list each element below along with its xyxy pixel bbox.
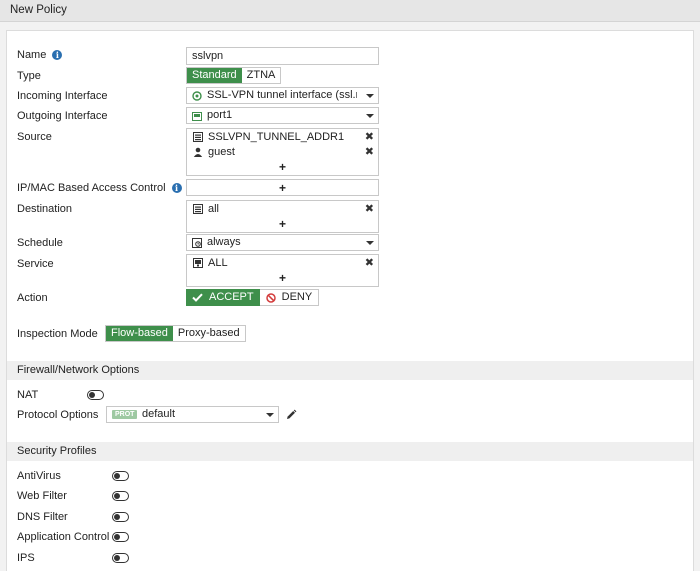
- outgoing-interface-label: Outgoing Interface: [17, 110, 108, 122]
- incoming-interface-value: SSL-VPN tunnel interface (ssl.root): [207, 89, 357, 101]
- close-icon[interactable]: ✖: [365, 256, 374, 270]
- type-label: Type: [17, 70, 41, 82]
- add-source-button[interactable]: +: [187, 161, 378, 173]
- protocol-options-label: Protocol Options: [17, 409, 99, 421]
- type-standard-option[interactable]: Standard: [187, 68, 242, 83]
- chevron-down-icon: [366, 241, 374, 245]
- list-item: all ✖: [187, 202, 378, 216]
- destination-list: all ✖ +: [186, 200, 379, 233]
- source-label: Source: [17, 131, 52, 143]
- port-icon: [192, 111, 202, 123]
- add-destination-button[interactable]: +: [187, 218, 378, 230]
- toggle-knob: [114, 513, 120, 520]
- info-icon[interactable]: i: [171, 183, 182, 193]
- nat-toggle[interactable]: [87, 390, 104, 400]
- add-ipmac-button[interactable]: +: [187, 182, 378, 194]
- check-icon: [192, 293, 203, 302]
- inspection-mode-label: Inspection Mode: [17, 328, 98, 340]
- accept-button[interactable]: ACCEPT: [186, 289, 260, 306]
- antivirus-label: AntiVirus: [17, 470, 61, 482]
- protocol-options-value: default: [142, 408, 176, 420]
- deny-label: DENY: [281, 291, 313, 303]
- source-item-label: guest: [208, 146, 235, 158]
- toggle-knob: [114, 472, 120, 479]
- user-icon: [193, 147, 203, 160]
- dns-filter-toggle[interactable]: [112, 512, 129, 522]
- ipmac-label: IP/MAC Based Access Control: [17, 182, 166, 194]
- inspection-mode-toggle: Flow-based Proxy-based: [105, 325, 246, 342]
- chevron-down-icon: [366, 94, 374, 98]
- add-service-button[interactable]: +: [187, 272, 378, 284]
- security-section-title: Security Profiles: [17, 445, 97, 457]
- tunnel-icon: [192, 91, 202, 103]
- web-filter-label: Web Filter: [17, 490, 67, 502]
- address-icon: [193, 204, 203, 217]
- close-icon[interactable]: ✖: [365, 202, 374, 216]
- application-control-label: Application Control: [17, 531, 110, 543]
- close-icon[interactable]: ✖: [365, 145, 374, 159]
- policy-form: Namei Type Standard ZTNA Incoming Interf…: [6, 30, 694, 571]
- service-label: Service: [17, 258, 54, 270]
- chevron-down-icon: [266, 413, 274, 417]
- name-label-row: Name i: [17, 49, 63, 61]
- schedule-value: always: [207, 236, 241, 248]
- ipmac-label-row: IP/MAC Based Access Control i: [17, 182, 182, 194]
- address-icon: [193, 132, 203, 145]
- schedule-icon: [192, 238, 202, 250]
- service-item-label: ALL: [208, 257, 228, 269]
- firewall-section-title: Firewall/Network Options: [17, 364, 140, 376]
- firewall-section-header: Firewall/Network Options: [7, 361, 693, 380]
- destination-label: Destination: [17, 203, 73, 215]
- accept-label: ACCEPT: [209, 291, 254, 303]
- source-item-label: SSLVPN_TUNNEL_ADDR1: [208, 131, 345, 143]
- ips-label: IPS: [17, 552, 35, 564]
- edit-icon[interactable]: [285, 409, 297, 424]
- page-title: New Policy: [10, 4, 67, 16]
- action-label: Action: [17, 292, 48, 304]
- outgoing-interface-value: port1: [207, 109, 233, 121]
- flow-based-option[interactable]: Flow-based: [106, 326, 173, 341]
- service-icon: [193, 258, 203, 271]
- page-header: New Policy: [0, 0, 700, 22]
- deny-icon: [265, 292, 276, 303]
- toggle-knob: [114, 492, 120, 499]
- dns-filter-label: DNS Filter: [17, 511, 68, 523]
- ipmac-field: +: [186, 179, 379, 196]
- incoming-interface-label: Incoming Interface: [17, 90, 108, 102]
- info-icon[interactable]: i: [52, 50, 63, 60]
- type-toggle: Standard ZTNA: [186, 67, 282, 84]
- web-filter-toggle[interactable]: [112, 491, 129, 501]
- name-label: Name: [17, 49, 47, 61]
- name-input[interactable]: [186, 47, 379, 65]
- list-item: guest ✖: [187, 145, 378, 159]
- prot-badge: PROT: [112, 410, 138, 419]
- security-section-header: Security Profiles: [7, 442, 693, 461]
- chevron-down-icon: [366, 114, 374, 118]
- list-item: SSLVPN_TUNNEL_ADDR1 ✖: [187, 130, 378, 144]
- toggle-knob: [114, 533, 120, 540]
- toggle-knob: [89, 391, 95, 398]
- incoming-interface-select[interactable]: SSL-VPN tunnel interface (ssl.root): [186, 87, 379, 104]
- schedule-select[interactable]: always: [186, 234, 379, 251]
- action-toggle: ACCEPT DENY: [186, 289, 320, 306]
- type-ztna-option[interactable]: ZTNA: [241, 68, 281, 83]
- list-item: ALL ✖: [187, 256, 378, 270]
- service-list: ALL ✖ +: [186, 254, 379, 287]
- nat-label: NAT: [17, 389, 39, 401]
- outgoing-interface-select[interactable]: port1: [186, 107, 379, 124]
- deny-button[interactable]: DENY: [259, 289, 320, 306]
- destination-item-label: all: [208, 203, 220, 215]
- antivirus-toggle[interactable]: [112, 471, 129, 481]
- source-list: SSLVPN_TUNNEL_ADDR1 ✖ guest ✖ +: [186, 128, 379, 176]
- toggle-knob: [114, 554, 120, 561]
- application-control-toggle[interactable]: [112, 532, 129, 542]
- proxy-based-option[interactable]: Proxy-based: [172, 326, 245, 341]
- ips-toggle[interactable]: [112, 553, 129, 563]
- close-icon[interactable]: ✖: [365, 130, 374, 144]
- protocol-options-select[interactable]: PROT default: [106, 406, 279, 423]
- schedule-label: Schedule: [17, 237, 63, 249]
